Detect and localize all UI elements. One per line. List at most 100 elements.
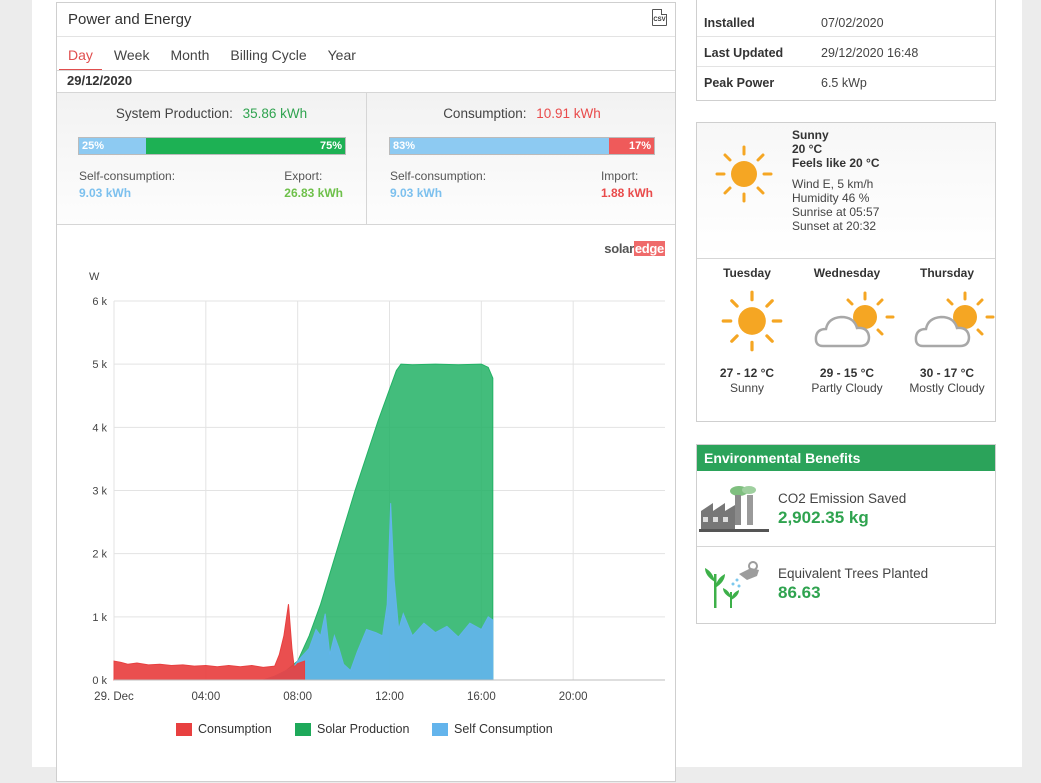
info-row-peak-power: Peak Power 6.5 kWp <box>697 67 995 97</box>
co2-label: CO2 Emission Saved <box>778 491 907 506</box>
forecast-desc: Sunny <box>729 381 765 395</box>
legend-swatch <box>432 722 448 736</box>
forecast-desc: Mostly Cloudy <box>909 381 985 395</box>
prod-self-consumption: Self-consumption: 9.03 kWh <box>79 169 175 200</box>
tab-week[interactable]: Week <box>105 39 159 71</box>
consumption-value: 10.91 kWh <box>536 106 601 121</box>
prod-self-consumption-label: Self-consumption: <box>79 169 176 183</box>
forecast-temp: 27 - 12 °C <box>719 366 775 380</box>
partly-cloudy-icon <box>814 291 895 348</box>
site-info-card: Installed 07/02/2020 Last Updated 29/12/… <box>696 0 996 101</box>
info-row-installed: Installed 07/02/2020 <box>697 7 995 37</box>
import-label: Import: <box>600 169 639 183</box>
production-heading: System Production: 35.86 kWh <box>57 106 366 121</box>
weather-condition: Sunny <box>792 128 829 142</box>
divider <box>57 70 675 71</box>
legend-swatch <box>176 722 192 736</box>
weather-feels-like: Feels like 20 °C <box>792 156 880 170</box>
co2-row: CO2 Emission Saved 2,902.35 kg <box>697 471 995 547</box>
info-key: Last Updated <box>704 46 784 60</box>
info-value: 07/02/2020 <box>821 16 884 30</box>
weather-card: Sunny 20 °C Feels like 20 °C Wind E, 5 k… <box>696 122 996 422</box>
period-tabs: Day Week Month Billing Cycle Year <box>59 39 368 71</box>
cons-self-consumption-value: 9.03 kWh <box>390 186 443 200</box>
info-key: Peak Power <box>704 76 775 90</box>
consumption-bar: 83% 17% <box>389 137 655 155</box>
x-tick-label: 29. Dec <box>94 691 134 703</box>
export-label: Export: <box>284 169 323 183</box>
production-value: 35.86 kWh <box>242 106 308 121</box>
sun-icon <box>715 145 773 203</box>
tree-watering-icon <box>705 561 759 608</box>
forecast-temp: 30 - 17 °C <box>919 366 975 380</box>
y-axis-label: W <box>89 271 100 283</box>
weather-temp: 20 °C <box>792 142 823 156</box>
consumption-series <box>113 604 306 681</box>
panel-title: Power and Energy <box>68 11 192 28</box>
power-chart: solaredge 0 k1 k2 k3 k4 k5 k6 k 29. Dec 04… <box>57 227 675 783</box>
trees-label: Equivalent Trees Planted <box>778 566 929 581</box>
co2-value: 2,902.35 kg <box>778 508 869 527</box>
info-key: Installed <box>704 16 755 30</box>
info-row-last-updated: Last Updated 29/12/2020 16:48 <box>697 37 995 67</box>
info-value: 29/12/2020 16:48 <box>821 46 919 60</box>
self-consumption-segment: 83% <box>390 138 610 154</box>
cons-self-consumption: Self-consumption: 9.03 kWh <box>390 169 486 200</box>
weather-details: Sunny 20 °C Feels like 20 °C Wind E, 5 k… <box>792 128 880 233</box>
legend-label: Consumption <box>198 722 272 736</box>
weather-wind: Wind E, 5 km/h <box>792 177 874 191</box>
tab-year[interactable]: Year <box>319 39 365 71</box>
x-tick-label: 20:00 <box>559 691 588 703</box>
x-tick-label: 04:00 <box>191 691 220 703</box>
weather-humidity: Humidity 46 % <box>792 191 870 205</box>
tab-day[interactable]: Day <box>59 39 102 71</box>
export-segment: 75% <box>145 138 345 154</box>
forecast-wednesday: Wednesday 29 - 15 °C Partly Cloudy <box>797 266 897 395</box>
consumption-label: Consumption: <box>443 106 527 121</box>
selected-date: 29/12/2020 <box>67 73 133 88</box>
sun-icon <box>721 290 783 352</box>
production-bar: 25% 75% <box>78 137 346 155</box>
consumption-summary: Consumption: 10.91 kWh 83% 17% Self-cons… <box>368 93 676 224</box>
legend-item-consumption[interactable]: Consumption <box>176 722 272 736</box>
forecast-day: Wednesday <box>813 266 881 280</box>
energy-summary: System Production: 35.86 kWh 25% 75% Sel… <box>57 92 675 225</box>
production-label: System Production: <box>115 106 233 121</box>
y-tick-label: 3 k <box>92 486 107 498</box>
forecast-thursday: Thursday 30 - 17 °C Mostly Cloudy <box>897 266 997 395</box>
cons-self-consumption-label: Self-consumption: <box>390 169 487 183</box>
x-tick-label: 08:00 <box>283 691 312 703</box>
tab-month[interactable]: Month <box>161 39 218 71</box>
weather-sunset: Sunset at 20:32 <box>792 219 877 233</box>
mostly-cloudy-icon <box>914 291 995 348</box>
forecast-day: Tuesday <box>723 266 771 280</box>
y-tick-label: 1 k <box>92 612 107 624</box>
legend-swatch <box>295 722 311 736</box>
divider <box>57 36 675 37</box>
forecast-desc: Partly Cloudy <box>811 381 883 395</box>
weather-sunrise: Sunrise at 05:57 <box>792 205 880 219</box>
env-title: Environmental Benefits <box>697 445 995 471</box>
import-segment: 17% <box>609 138 654 154</box>
y-tick-label: 0 k <box>92 675 107 687</box>
consumption-heading: Consumption: 10.91 kWh <box>368 106 676 121</box>
export-value: 26.83 kWh <box>284 186 343 200</box>
legend-item-solar-production[interactable]: Solar Production <box>295 722 409 736</box>
export-info: Export: 26.83 kWh <box>284 169 343 200</box>
legend-label: Solar Production <box>317 722 410 736</box>
csv-export-icon[interactable]: CSV <box>652 9 667 26</box>
forecast-day: Thursday <box>919 266 974 280</box>
prod-self-consumption-value: 9.03 kWh <box>79 186 132 200</box>
y-tick-label: 5 k <box>92 359 107 371</box>
power-energy-panel: Power and Energy CSV Day Week Month Bill… <box>56 2 676 782</box>
import-info: Import: 1.88 kWh <box>601 169 653 200</box>
y-tick-label: 4 k <box>92 422 107 434</box>
tab-billing-cycle[interactable]: Billing Cycle <box>221 39 315 71</box>
self-consumption-segment: 25% <box>79 138 146 154</box>
forecast-tuesday: Tuesday 27 - 12 °C Sunny <box>697 266 797 395</box>
x-tick-label: 16:00 <box>467 691 496 703</box>
trees-value: 86.63 <box>778 583 821 602</box>
legend-item-self-consumption[interactable]: Self Consumption <box>432 722 553 736</box>
info-value: 6.5 kWp <box>821 76 867 90</box>
factory-icon <box>699 486 769 532</box>
